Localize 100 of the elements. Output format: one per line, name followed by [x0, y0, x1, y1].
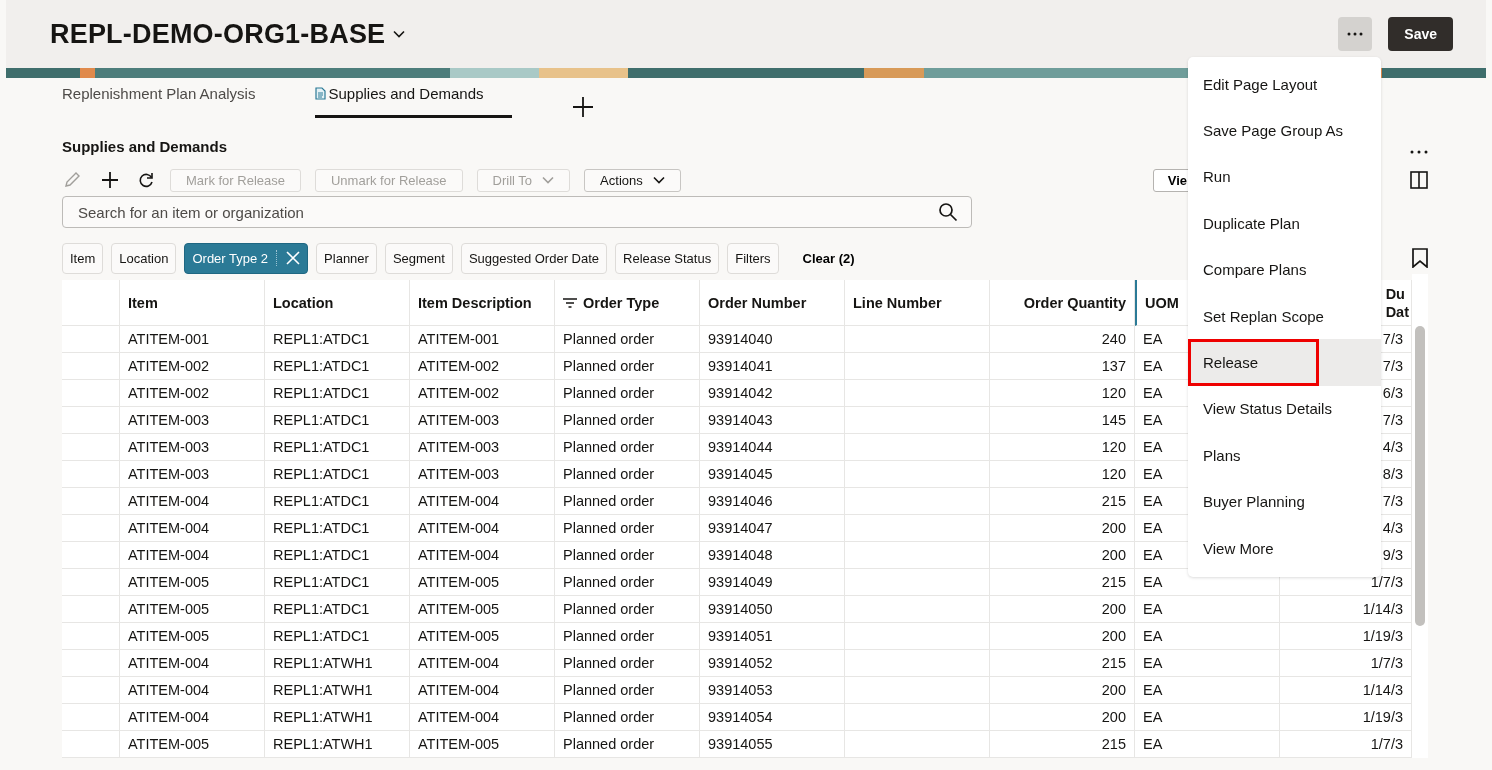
table-cell: EA	[1143, 574, 1163, 590]
table-cell: Planned order	[563, 547, 655, 563]
table-cell: ATITEM-005	[418, 601, 500, 617]
table-cell: REPL1:ATDC1	[273, 358, 370, 374]
table-cell: 137	[1101, 358, 1126, 374]
menu-item[interactable]: Buyer Planning	[1188, 478, 1381, 525]
table-cell: 93914055	[708, 736, 773, 752]
filter-chip[interactable]: Filters	[727, 242, 779, 274]
menu-item[interactable]: View More	[1188, 524, 1381, 572]
chevron-down-icon[interactable]	[393, 30, 406, 38]
table-cell: ATITEM-001	[128, 331, 210, 347]
table-cell: 1/19/3	[1362, 628, 1403, 644]
more-icon[interactable]	[1410, 150, 1428, 154]
search-field[interactable]: Search for an item or organization	[62, 196, 972, 228]
filter-chip[interactable]: Location	[111, 242, 177, 274]
add-icon[interactable]	[571, 96, 594, 118]
table-cell: 1/7/3	[1370, 736, 1403, 752]
caret-icon	[542, 176, 555, 184]
column-header[interactable]: Order Quantity	[990, 280, 1135, 326]
table-cell: 93914052	[708, 655, 773, 671]
table-cell: 93914043	[708, 412, 773, 428]
table-cell: ATITEM-005	[128, 574, 210, 590]
column-header[interactable]: Item Description	[410, 280, 555, 326]
column-header[interactable]: Item	[120, 280, 265, 326]
filter-chip[interactable]: Planner	[316, 242, 377, 274]
table-cell: 200	[1101, 601, 1126, 617]
table-cell: Planned order	[563, 655, 655, 671]
table-cell: ATITEM-002	[418, 358, 500, 374]
table-cell: 93914049	[708, 574, 773, 590]
table-cell: ATITEM-004	[128, 655, 210, 671]
filter-chip[interactable]: Item	[62, 242, 104, 274]
save-button[interactable]: Save	[1388, 17, 1453, 51]
menu-item[interactable]: Edit Page Layout	[1188, 61, 1381, 108]
table-cell: ATITEM-003	[418, 412, 500, 428]
clear-filters-link[interactable]: Clear (2)	[796, 249, 861, 267]
table-cell: EA	[1143, 736, 1163, 752]
table-cell: REPL1:ATDC1	[273, 439, 370, 455]
document-icon	[315, 87, 327, 100]
table-cell: 215	[1101, 574, 1126, 590]
filter-chip[interactable]: Order Type 2	[184, 242, 309, 274]
filter-chip[interactable]: Release Status	[615, 242, 720, 274]
page-title: REPL-DEMO-ORG1-BASE	[50, 18, 386, 50]
table-cell: REPL1:ATDC1	[273, 574, 370, 590]
table-cell: ATITEM-003	[128, 412, 210, 428]
tab[interactable]: Replenishment Plan Analysis	[62, 80, 256, 118]
column-header[interactable]: Location	[265, 280, 410, 326]
table-cell: 1/14/3	[1362, 601, 1403, 617]
menu-item[interactable]: Save Page Group As	[1188, 107, 1381, 154]
table-cell: Planned order	[563, 412, 655, 428]
menu-item[interactable]: Compare Plans	[1188, 246, 1381, 293]
table-cell: ATITEM-004	[128, 520, 210, 536]
table-cell: EA	[1143, 439, 1163, 455]
dropdown-button[interactable]: Actions	[584, 168, 681, 192]
table-cell: REPL1:ATWH1	[273, 682, 373, 698]
table-cell: ATITEM-004	[418, 493, 500, 509]
table-cell: EA	[1143, 682, 1163, 698]
menu-item[interactable]: Set Replan Scope	[1188, 292, 1381, 340]
table-cell: 7/3	[1382, 412, 1403, 428]
column-header[interactable]: Order Type	[555, 280, 700, 326]
table-cell: 4/3	[1382, 520, 1403, 536]
menu-item[interactable]: Duplicate Plan	[1188, 200, 1381, 247]
table-cell: 6/3	[1382, 385, 1403, 401]
table-cell: REPL1:ATDC1	[273, 466, 370, 482]
table-cell: 93914044	[708, 439, 773, 455]
add-icon[interactable]	[100, 170, 120, 190]
table-cell: ATITEM-004	[418, 655, 500, 671]
menu-item[interactable]: Run	[1188, 153, 1381, 201]
table-cell: 93914054	[708, 709, 773, 725]
table-cell: 215	[1101, 655, 1126, 671]
table-cell: EA	[1143, 466, 1163, 482]
more-button[interactable]	[1338, 17, 1373, 51]
scrollbar[interactable]	[1412, 274, 1428, 758]
menu-item[interactable]: Release	[1188, 339, 1319, 386]
table-cell: 9/3	[1382, 547, 1403, 563]
table-cell: ATITEM-002	[418, 385, 500, 401]
table-cell: REPL1:ATDC1	[273, 331, 370, 347]
table-cell: 200	[1101, 682, 1126, 698]
table-cell: 93914041	[708, 358, 773, 374]
table-cell: Planned order	[563, 574, 655, 590]
columns-icon[interactable]	[1410, 171, 1428, 189]
table-cell: ATITEM-004	[128, 709, 210, 725]
tab[interactable]: Supplies and Demands	[315, 80, 512, 118]
menu-item[interactable]: View Status Details	[1188, 385, 1381, 433]
filter-icon	[563, 297, 577, 308]
menu-item[interactable]: Plans	[1188, 432, 1381, 479]
filter-chip[interactable]: Suggested Order Date	[460, 242, 608, 274]
table-cell: EA	[1143, 709, 1163, 725]
table-cell: ATITEM-002	[128, 358, 210, 374]
table-cell: Planned order	[563, 439, 655, 455]
close-icon	[286, 251, 301, 265]
filter-chip[interactable]: Segment	[384, 242, 453, 274]
table-cell: REPL1:ATDC1	[273, 547, 370, 563]
table-cell: 240	[1101, 331, 1126, 347]
search-icon	[938, 202, 958, 222]
table-cell: REPL1:ATDC1	[273, 385, 370, 401]
column-header[interactable]: Line Number	[845, 280, 990, 326]
bookmark-icon[interactable]	[1412, 248, 1428, 268]
caret-icon	[652, 176, 665, 184]
table-cell: Planned order	[563, 466, 655, 482]
column-header[interactable]: Order Number	[700, 280, 845, 326]
